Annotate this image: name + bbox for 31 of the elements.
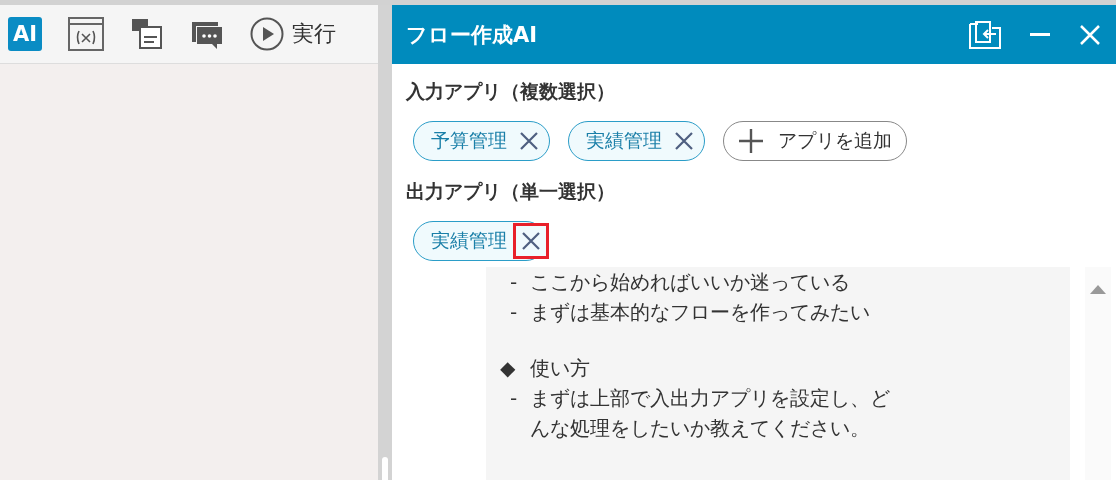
chip-label: 予算管理 xyxy=(431,128,507,153)
heading-marker: ◆ xyxy=(500,355,517,382)
message-text: まずは基本的なフローを作ってみたい xyxy=(530,299,871,326)
bullet-marker: - xyxy=(510,299,519,326)
scroll-up-icon[interactable] xyxy=(1089,283,1107,295)
comments-icon[interactable] xyxy=(130,17,164,51)
close-button[interactable] xyxy=(1078,22,1102,47)
close-icon xyxy=(1078,22,1102,47)
dock-button[interactable] xyxy=(968,19,1002,50)
remove-icon xyxy=(519,131,539,151)
bullet-marker: - xyxy=(510,269,519,296)
message-text: 使い方 xyxy=(530,355,591,382)
remove-icon xyxy=(521,231,541,251)
bullet-marker: - xyxy=(510,385,519,412)
minimize-icon xyxy=(1028,33,1052,36)
chip-label: 実績管理 xyxy=(431,228,507,253)
ai-logo-icon[interactable]: AI xyxy=(8,17,42,51)
remove-icon xyxy=(674,131,694,151)
message-text: ここから始めればいいか迷っている xyxy=(530,269,851,296)
dock-icon xyxy=(968,19,1002,50)
section-label: 出力アプリ（単一選択） xyxy=(406,179,616,204)
remove-button[interactable] xyxy=(513,223,549,259)
message-text: まずは上部で入出力アプリを設定し、どんな処理をしたいか教えてください。 xyxy=(530,385,891,442)
plus-icon xyxy=(738,128,764,154)
panel-title: フロー作成AI xyxy=(406,21,539,49)
chip-label: 実績管理 xyxy=(586,128,662,153)
add-app-button[interactable]: アプリを追加 xyxy=(723,121,907,161)
scrollbar[interactable] xyxy=(1085,267,1111,480)
variable-icon[interactable] xyxy=(68,17,104,51)
run-button[interactable]: 実行 xyxy=(250,17,336,51)
section-label: 入力アプリ（複数選択） xyxy=(406,79,616,104)
